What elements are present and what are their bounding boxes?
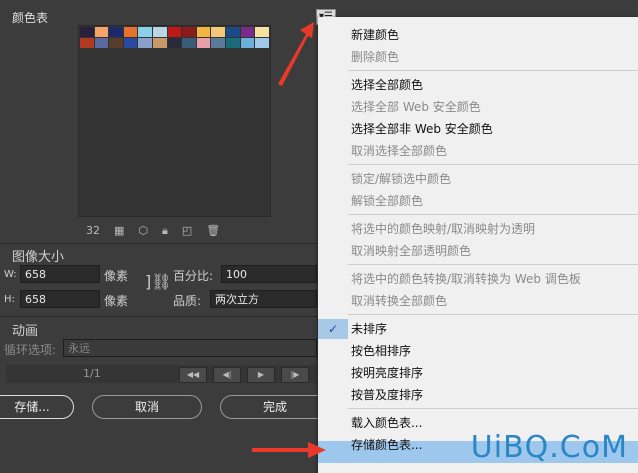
transparency-icon[interactable]: ▦ [114,224,124,238]
color-swatch[interactable] [182,27,196,37]
color-table-footer: 32 ▦ ⬡ 🔒︎ ◰ 🗑︎ [86,224,220,238]
color-swatch[interactable] [240,27,255,37]
frame-counter: 1/1 [83,367,101,380]
color-swatch-grid[interactable] [78,25,271,217]
menu-item[interactable]: 载入颜色表... [351,413,422,433]
menu-item[interactable]: 将选中的颜色映射/取消映射为透明 [351,219,535,239]
color-swatch[interactable] [167,27,182,37]
color-count: 32 [86,224,100,237]
color-swatch[interactable] [109,38,123,48]
color-swatch[interactable] [240,38,255,48]
loop-options-select[interactable]: 永远 [63,339,317,357]
width-unit: 像素 [104,269,129,283]
next-frame-icon[interactable]: |▶ [281,367,309,383]
divider [0,243,320,244]
color-swatch[interactable] [153,27,167,37]
menu-item[interactable]: 选择全部非 Web 安全颜色 [351,119,493,139]
quality-select[interactable]: 两次立方 [210,290,317,308]
menu-separator [348,408,638,409]
height-label: H: [4,294,15,305]
divider [0,316,320,317]
link-constrain-icon[interactable]: ]⛓︎ [145,272,172,291]
menu-item[interactable]: 取消转换全部颜色 [351,291,447,311]
first-frame-icon[interactable]: ◀◀ [179,367,207,383]
color-swatch[interactable] [109,27,123,37]
color-swatch[interactable] [196,38,211,48]
height-input[interactable]: 658 [20,290,100,308]
menu-item[interactable]: 未排序 [351,319,387,339]
menu-item[interactable]: 选择全部颜色 [351,75,423,95]
quality-label: 品质: [173,294,202,308]
color-swatch[interactable] [123,38,138,48]
cancel-button[interactable]: 取消 [92,395,202,419]
menu-separator [348,70,638,71]
menu-item[interactable]: 将选中的颜色转换/取消转换为 Web 调色板 [351,269,581,289]
menu-item[interactable]: 按普及度排序 [351,385,423,405]
color-swatch[interactable] [255,38,269,48]
color-swatch[interactable] [182,38,196,48]
color-swatch[interactable] [196,27,211,37]
menu-item[interactable]: 取消映射全部透明颜色 [351,241,471,261]
color-swatch[interactable] [138,27,152,37]
menu-item[interactable]: 存储颜色表... [351,435,422,455]
menu-item[interactable]: 解锁全部颜色 [351,191,423,211]
loop-options-label: 循环选项: [4,343,57,357]
menu-separator [348,264,638,265]
color-swatch[interactable] [94,27,109,37]
color-swatch[interactable] [153,38,167,48]
color-table-title: 颜色表 [12,11,49,25]
color-swatch[interactable] [255,27,269,37]
color-swatch[interactable] [138,38,152,48]
width-label: W: [4,269,17,280]
menu-item[interactable]: 选择全部 Web 安全颜色 [351,97,481,117]
play-icon[interactable]: ▶ [247,367,275,383]
color-table-flyout-menu: 新建颜色 删除颜色选择全部颜色 选择全部 Web 安全颜色 选择全部非 Web 安全颜… [318,17,638,473]
menu-separator [348,214,638,215]
color-swatch[interactable] [80,38,94,48]
annotation-arrow-icon [252,442,326,458]
color-swatch[interactable] [226,27,240,37]
percent-input[interactable]: 100 [221,265,317,283]
color-swatch[interactable] [123,27,138,37]
lock-icon[interactable]: 🔒︎ [162,224,168,238]
width-input[interactable]: 658 [20,265,100,283]
color-swatch[interactable] [167,38,182,48]
color-swatch[interactable] [94,38,109,48]
menu-item[interactable]: 锁定/解锁选中颜色 [351,169,451,189]
trash-icon[interactable]: 🗑︎ [206,224,220,238]
menu-separator [348,164,638,165]
menu-item[interactable]: 按色相排序 [351,341,411,361]
watermark-logo: UiBQ.CoM [470,430,628,465]
percent-label: 百分比: [173,269,214,283]
menu-item[interactable]: 按明亮度排序 [351,363,423,383]
image-size-title: 图像大小 [12,250,65,265]
annotation-arrow-icon [278,22,314,86]
checkmark-icon: ✓ [318,319,348,339]
save-button[interactable]: 存储... [0,395,74,419]
web-cube-icon[interactable]: ⬡ [138,224,148,238]
menu-item[interactable]: 新建颜色 [351,25,399,45]
new-color-icon[interactable]: ◰ [182,224,192,238]
done-button[interactable]: 完成 [220,395,330,419]
color-swatch[interactable] [226,38,240,48]
menu-separator [348,314,638,315]
menu-item[interactable]: 删除颜色 [351,47,399,67]
menu-item[interactable]: 取消选择全部颜色 [351,141,447,161]
height-unit: 像素 [104,294,129,308]
previous-frame-icon[interactable]: ◀| [213,367,241,383]
animation-title: 动画 [12,324,39,339]
color-swatch[interactable] [211,38,225,48]
color-swatch[interactable] [80,27,94,37]
color-swatch[interactable] [211,27,225,37]
